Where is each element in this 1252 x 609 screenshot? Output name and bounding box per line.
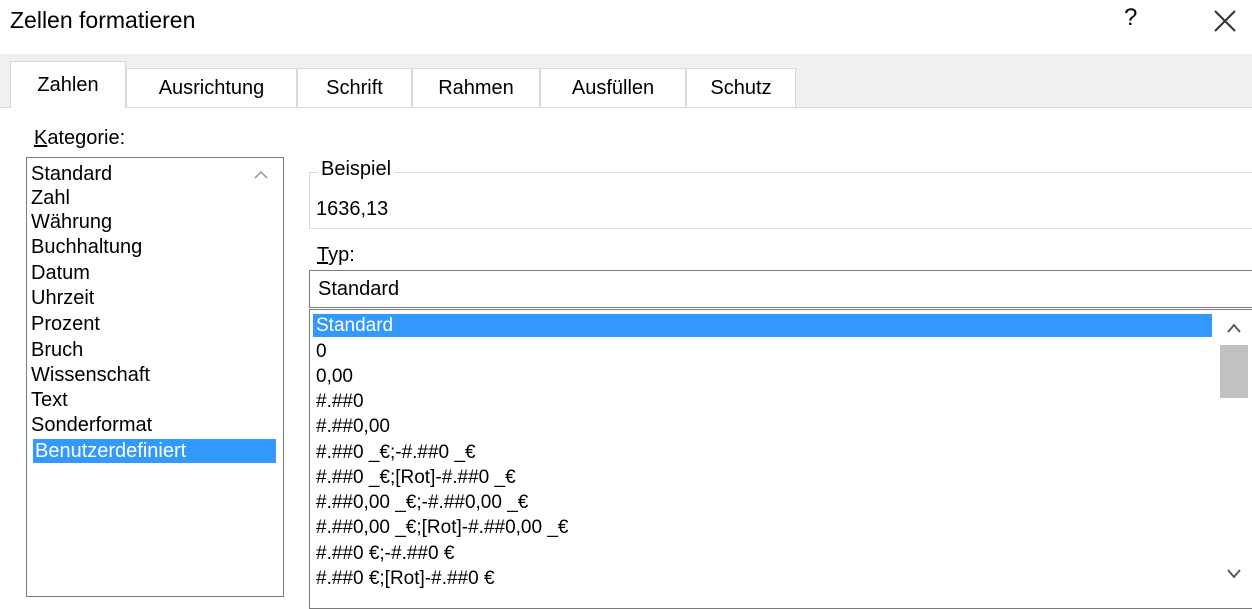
tab-zahlen[interactable]: Zahlen (10, 61, 126, 108)
format-item[interactable]: #.##0,00 _€;[Rot]-#.##0,00 _€ (316, 516, 568, 539)
category-item-buchhaltung[interactable]: Buchhaltung (31, 235, 142, 259)
scroll-up-icon[interactable] (252, 166, 270, 182)
format-item[interactable]: #.##0 _€;[Rot]-#.##0 _€ (316, 466, 516, 489)
tab-schrift[interactable]: Schrift (297, 68, 412, 107)
type-label: Typ: (317, 244, 355, 266)
sample-legend: Beispiel (318, 158, 395, 181)
dialog-title: Zellen formatieren (10, 7, 196, 33)
category-label: Kategorie: (34, 127, 126, 149)
type-input[interactable]: Standard (309, 270, 1252, 308)
tab-ausrichtung[interactable]: Ausrichtung (126, 68, 297, 107)
sample-group (309, 172, 1252, 229)
format-item[interactable]: #.##0,00 _€;-#.##0,00 _€ (316, 491, 528, 514)
tab-schutz[interactable]: Schutz (686, 68, 796, 107)
tab-ausfuellen[interactable]: Ausfüllen (540, 68, 686, 107)
format-item[interactable]: #.##0 €;-#.##0 € (316, 542, 454, 565)
category-item-sonderformat[interactable]: Sonderformat (31, 413, 152, 437)
scroll-up-icon[interactable] (1226, 322, 1242, 334)
scrollbar-thumb[interactable] (1220, 345, 1248, 398)
category-item-prozent[interactable]: Prozent (31, 312, 100, 336)
format-item[interactable]: #.##0 €;[Rot]-#.##0 € (316, 567, 495, 590)
category-item-wissenschaft[interactable]: Wissenschaft (31, 363, 150, 387)
format-item[interactable]: #.##0,00 (316, 415, 390, 438)
category-item-standard[interactable]: Standard (31, 162, 112, 186)
close-icon[interactable] (1212, 8, 1238, 34)
category-list[interactable]: Standard Zahl Währung Buchhaltung Datum … (26, 157, 284, 597)
category-item-waehrung[interactable]: Währung (31, 210, 112, 234)
format-list[interactable]: Standard 0 0,00 #.##0 #.##0,00 #.##0 _€;… (309, 309, 1252, 609)
format-item[interactable]: 0 (316, 340, 327, 363)
category-item-text[interactable]: Text (31, 388, 68, 412)
category-item-datum[interactable]: Datum (31, 261, 90, 285)
tab-rahmen[interactable]: Rahmen (412, 68, 540, 107)
format-item[interactable]: Standard (313, 314, 1212, 337)
help-button[interactable]: ? (1124, 4, 1137, 32)
scroll-down-icon[interactable] (1226, 568, 1242, 580)
format-item[interactable]: #.##0 _€;-#.##0 _€ (316, 441, 476, 464)
category-item-zahl[interactable]: Zahl (31, 186, 70, 210)
format-item[interactable]: 0,00 (316, 365, 353, 388)
category-item-benutzerdefiniert[interactable]: Benutzerdefiniert (33, 439, 276, 463)
category-item-uhrzeit[interactable]: Uhrzeit (31, 286, 94, 310)
sample-value: 1636,13 (316, 198, 389, 220)
format-item[interactable]: #.##0 (316, 390, 364, 413)
category-item-bruch[interactable]: Bruch (31, 338, 83, 362)
